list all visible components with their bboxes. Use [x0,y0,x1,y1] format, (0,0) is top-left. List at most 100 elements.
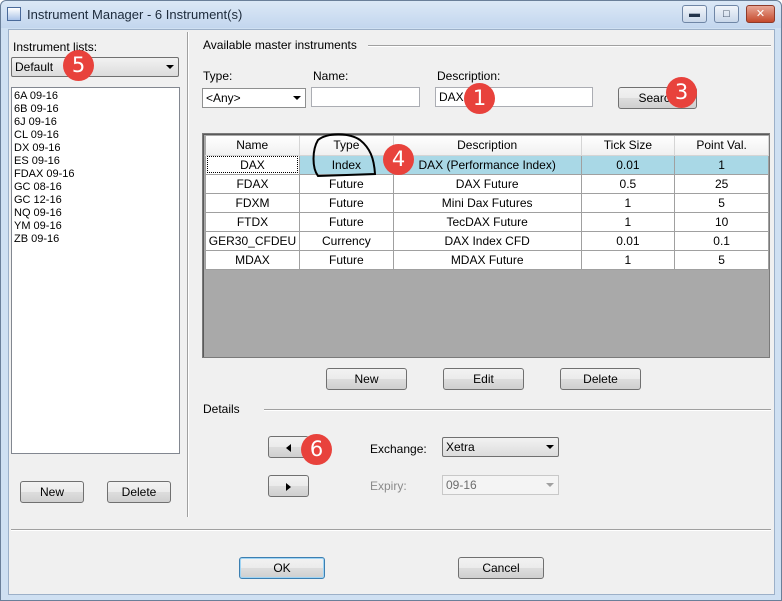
list-item[interactable]: 6J 09-16 [14,116,177,129]
list-new-button[interactable]: New [20,481,84,503]
triangle-right-icon [286,482,291,491]
table-cell[interactable]: TecDAX Future [392,211,582,232]
table-cell[interactable]: FDAX [205,173,300,194]
table-cell[interactable]: Currency [298,230,394,251]
table-row[interactable]: DAX Index DAX (Performance Index) 0.01 1 [205,154,769,175]
column-header-tick-size[interactable]: Tick Size [581,136,676,156]
list-item[interactable]: ES 09-16 [14,155,177,168]
list-item[interactable]: ZB 09-16 [14,233,177,246]
table-cell[interactable]: FTDX [205,211,300,232]
chevron-down-icon [293,96,301,100]
table-cell[interactable]: 1 [580,211,676,232]
table-cell[interactable]: 0.1 [674,230,769,251]
instrument-grid[interactable]: Name Type Description Tick Size Point Va… [202,133,770,358]
grid-delete-button[interactable]: Delete [560,368,641,390]
table-row[interactable]: FDXM Future Mini Dax Futures 1 5 [205,192,769,213]
column-header-name[interactable]: Name [205,136,300,156]
exchange-value: Xetra [446,440,475,454]
column-header-point-value[interactable]: Point Val. [674,136,769,156]
type-value: <Any> [206,91,241,105]
column-header-description[interactable]: Description [393,136,582,156]
instrument-list-select[interactable]: Default [11,57,179,77]
list-item[interactable]: 6B 09-16 [14,103,177,116]
table-cell[interactable]: DAX Index CFD [392,230,582,251]
list-item[interactable]: GC 08-16 [14,181,177,194]
vertical-divider [187,32,189,517]
details-section-label: Details [203,402,240,416]
chevron-down-icon [546,483,554,487]
type-label: Type: [203,69,233,83]
table-cell[interactable]: 25 [674,173,769,194]
table-cell[interactable]: DAX (Performance Index) [392,154,582,175]
maximize-button[interactable]: □ [714,5,739,23]
table-cell[interactable]: 5 [674,192,769,213]
table-cell[interactable]: 1 [674,154,769,175]
close-button[interactable]: ✕ [746,5,775,23]
name-input[interactable] [311,87,420,107]
table-cell[interactable]: DAX Future [392,173,582,194]
list-item[interactable]: 6A 09-16 [14,90,177,103]
chevron-down-icon [546,445,554,449]
table-cell[interactable]: Future [298,249,394,270]
table-cell[interactable]: Future [298,192,394,213]
instrument-table: Name Type Description Tick Size Point Va… [205,136,769,270]
table-cell[interactable]: MDAX [205,249,300,270]
ok-button[interactable]: OK [239,557,325,579]
table-cell[interactable]: 0.01 [580,154,676,175]
footer-divider [11,529,771,531]
name-label: Name: [313,69,349,83]
list-item[interactable]: NQ 09-16 [14,207,177,220]
list-item[interactable]: DX 09-16 [14,142,177,155]
scribble-outline [312,133,377,178]
annotation-marker-6: 6 [301,434,332,465]
dialog-client-area: Instrument lists: Default 6A 09-16 6B 09… [8,29,775,595]
table-cell[interactable]: DAX [205,154,300,175]
table-cell[interactable]: MDAX Future [392,249,582,270]
app-icon [7,7,21,21]
table-cell[interactable]: 10 [674,211,769,232]
list-item[interactable]: FDAX 09-16 [14,168,177,181]
annotation-marker-4: 4 [383,144,414,175]
next-button[interactable] [268,475,309,497]
minimize-button[interactable]: ▬ [682,5,707,23]
expiry-label: Expiry: [370,479,407,493]
instrument-list-value: Default [15,60,54,74]
table-row[interactable]: FTDX Future TecDAX Future 1 10 [205,211,769,232]
triangle-left-icon [286,443,291,452]
section-divider [264,409,771,411]
table-row[interactable]: MDAX Future MDAX Future 1 5 [205,249,769,270]
annotation-scribble [312,133,377,178]
table-cell[interactable]: 1 [580,192,676,213]
table-row[interactable]: GER30_CFDEU Currency DAX Index CFD 0.01 … [205,230,769,251]
table-cell[interactable]: GER30_CFDEU [205,230,300,251]
expiry-value: 09-16 [446,478,477,492]
title-bar[interactable]: Instrument Manager - 6 Instrument(s) ▬ □… [1,1,781,28]
list-delete-button[interactable]: Delete [107,481,171,503]
description-label: Description: [437,69,501,83]
description-input[interactable]: DAX [435,87,593,107]
cancel-button[interactable]: Cancel [458,557,544,579]
edit-button[interactable]: Edit [443,368,524,390]
list-item[interactable]: YM 09-16 [14,220,177,233]
instrument-manager-window: Instrument Manager - 6 Instrument(s) ▬ □… [0,0,782,601]
table-cell[interactable]: 1 [580,249,676,270]
table-cell[interactable]: Mini Dax Futures [392,192,582,213]
exchange-label: Exchange: [370,442,427,456]
section-divider [368,45,771,47]
expiry-select: 09-16 [442,475,559,495]
type-select[interactable]: <Any> [202,88,306,108]
table-row[interactable]: FDAX Future DAX Future 0.5 25 [205,173,769,194]
annotation-marker-3: 3 [666,77,697,108]
table-cell[interactable]: 0.01 [580,230,676,251]
table-cell[interactable]: 5 [674,249,769,270]
window-title: Instrument Manager - 6 Instrument(s) [27,7,243,22]
list-item[interactable]: CL 09-16 [14,129,177,142]
instrument-listbox[interactable]: 6A 09-16 6B 09-16 6J 09-16 CL 09-16 DX 0… [11,87,180,454]
exchange-select[interactable]: Xetra [442,437,559,457]
grid-new-button[interactable]: New [326,368,407,390]
table-cell[interactable]: FDXM [205,192,300,213]
list-item[interactable]: GC 12-16 [14,194,177,207]
table-cell[interactable]: Future [298,211,394,232]
table-cell[interactable]: 0.5 [580,173,676,194]
chevron-down-icon [166,65,174,69]
